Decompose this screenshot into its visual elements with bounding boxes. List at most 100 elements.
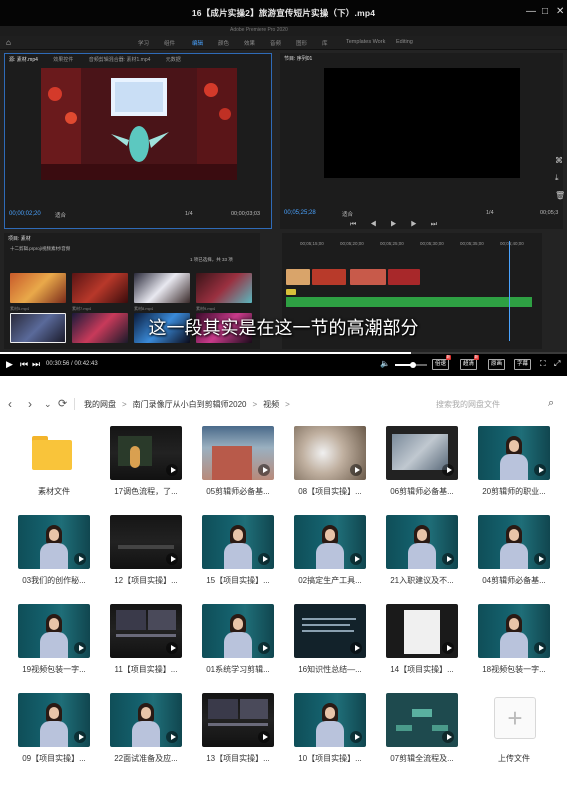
face-shape bbox=[325, 707, 335, 719]
search-input[interactable]: 搜索我的网盘文件 bbox=[436, 399, 500, 410]
play-icon bbox=[166, 553, 178, 565]
file-name: 20剪辑师的职业... bbox=[482, 487, 546, 496]
video-thumbnail bbox=[18, 515, 90, 569]
diagram-node bbox=[432, 725, 448, 731]
player-title-bar: 16【成片实操2】旅游宣传短片实操（下）.mp4 — □ ✕ bbox=[0, 0, 567, 26]
upload-icon[interactable]: + bbox=[494, 697, 536, 739]
forward-icon[interactable]: › bbox=[28, 396, 32, 412]
play-icon bbox=[442, 642, 454, 654]
progress-bar[interactable] bbox=[0, 352, 567, 354]
video-thumbnail bbox=[478, 515, 550, 569]
video-clip bbox=[286, 269, 310, 285]
play-icon bbox=[258, 464, 270, 476]
volume-icon[interactable]: 🔈 bbox=[380, 359, 390, 368]
clip-label: 素材7.mp4 bbox=[72, 306, 92, 311]
source-tabs: 源: 素材.mp4 效果控件 音频剪辑混合器: 素材1.mp4 元数据 bbox=[9, 56, 195, 63]
ui-track bbox=[116, 634, 176, 637]
player-control-bar: ▶ ⏮ ⏭ 00:30:56 / 00:42:43 🔈 倍速新 超清新 原画 字… bbox=[0, 352, 567, 376]
refresh-icon[interactable]: ⟳ bbox=[58, 396, 67, 412]
subtitle-button[interactable]: 字幕 bbox=[514, 359, 532, 370]
ruler-tick: 00;05;40;00 bbox=[500, 241, 524, 246]
video-thumbnail bbox=[202, 604, 274, 658]
breadcrumb-item[interactable]: 我的网盘 bbox=[84, 400, 116, 409]
play-icon bbox=[74, 553, 86, 565]
play-icon[interactable]: ▶ bbox=[6, 359, 13, 370]
text-line bbox=[302, 624, 350, 626]
ruler-tick: 00;05;25;00 bbox=[380, 241, 404, 246]
workspace-tab: 学习 bbox=[138, 41, 150, 47]
presenter-figure bbox=[316, 703, 344, 747]
presenter-figure bbox=[40, 703, 68, 747]
search-icon[interactable]: ⌕ bbox=[548, 397, 554, 410]
text-line bbox=[302, 618, 356, 620]
video-thumbnail bbox=[110, 604, 182, 658]
minimize-icon[interactable]: — bbox=[526, 6, 536, 18]
face-shape bbox=[49, 707, 59, 719]
pip-icon[interactable]: ⛶ bbox=[540, 359, 546, 369]
back-icon[interactable]: ‹ bbox=[8, 396, 12, 412]
premiere-workspace-bar: ⌂ 学习 组件 编辑 颜色 效果 音频 图形 库 Templates Work … bbox=[0, 36, 567, 50]
file-name: 16知识性总结—... bbox=[298, 665, 362, 674]
download-icon: ⤓ bbox=[555, 173, 559, 182]
presenter-figure bbox=[132, 703, 160, 747]
program-video-frame bbox=[324, 68, 520, 178]
close-icon[interactable]: ✕ bbox=[556, 6, 564, 18]
video-thumbnail bbox=[294, 426, 366, 480]
breadcrumb-item[interactable]: 视频 bbox=[263, 400, 279, 409]
ruler-tick: 00;05;35;00 bbox=[460, 241, 484, 246]
video-thumbnail bbox=[478, 604, 550, 658]
workspace-tab: 图形 bbox=[296, 41, 308, 47]
original-button[interactable]: 原画 bbox=[488, 359, 506, 370]
play-icon bbox=[350, 731, 362, 743]
file-name: 12【项目实操】... bbox=[114, 576, 178, 585]
premiere-screen-recording: Adobe Premiere Pro 2020 ⌂ 学习 组件 编辑 颜色 效果… bbox=[0, 26, 567, 352]
video-thumbnail bbox=[386, 426, 458, 480]
shirt-shape bbox=[224, 632, 252, 658]
clip-label: 素材8.mp4 bbox=[134, 306, 154, 311]
source-scale: 1/4 bbox=[185, 211, 193, 217]
next-icon[interactable]: ⏭ bbox=[32, 359, 40, 370]
video-thumbnail bbox=[18, 604, 90, 658]
workspace-tab: 颜色 bbox=[218, 41, 230, 47]
face-shape bbox=[233, 618, 243, 630]
trash-icon: 🗑 bbox=[555, 191, 566, 200]
clip-label: 素材9.mp4 bbox=[196, 306, 216, 311]
volume-slider[interactable] bbox=[395, 362, 427, 368]
play-icon bbox=[166, 642, 178, 654]
file-name: 13【项目实操】... bbox=[206, 754, 270, 763]
video-thumbnail bbox=[110, 693, 182, 747]
video-player[interactable]: 16【成片实操2】旅游宣传短片实操（下）.mp4 — □ ✕ Adobe Pre… bbox=[0, 0, 567, 376]
premiere-app-title: Adobe Premiere Pro 2020 bbox=[230, 27, 288, 33]
shirt-shape bbox=[408, 543, 436, 569]
workspace-tab: 音频 bbox=[270, 41, 282, 47]
home-icon: ⌂ bbox=[6, 38, 11, 47]
face-shape bbox=[509, 440, 519, 452]
presenter-figure bbox=[500, 614, 528, 658]
dropdown-icon[interactable]: ⌄ bbox=[44, 396, 52, 412]
file-name: 15【项目实操】... bbox=[206, 576, 270, 585]
program-scale: 1/4 bbox=[486, 210, 494, 216]
breadcrumb-item[interactable]: 南门录像厅从小白到剪辑师2020 bbox=[133, 400, 247, 409]
ruler-tick: 00;05;15;00 bbox=[300, 241, 324, 246]
play-icon bbox=[442, 553, 454, 565]
panel-tab: 音频剪辑混合器: 素材1.mp4 bbox=[88, 57, 151, 63]
speed-button[interactable]: 倍速新 bbox=[432, 355, 452, 370]
project-path: 十二剪辑.prproj\视频素材\音频 bbox=[10, 246, 71, 251]
presenter-figure bbox=[40, 614, 68, 658]
video-thumbnail bbox=[294, 604, 366, 658]
building-shape bbox=[212, 446, 252, 480]
play-icon bbox=[350, 642, 362, 654]
quality-button[interactable]: 超清新 bbox=[460, 355, 480, 370]
source-monitor: 源: 素材.mp4 效果控件 音频剪辑混合器: 素材1.mp4 元数据 00;0… bbox=[4, 53, 272, 229]
video-thumbnail bbox=[110, 515, 182, 569]
speed-label: 倍速 bbox=[435, 361, 447, 367]
play-icon bbox=[534, 464, 546, 476]
prev-icon[interactable]: ⏮ bbox=[20, 359, 28, 370]
maximize-icon[interactable]: □ bbox=[542, 6, 548, 18]
video-thumbnail bbox=[202, 515, 274, 569]
workspace-tab: 组件 bbox=[164, 41, 176, 47]
clip-label: 素材5.mp4 bbox=[10, 306, 30, 311]
fullscreen-icon[interactable]: ⤢ bbox=[554, 359, 560, 369]
volume-knob[interactable] bbox=[409, 362, 416, 368]
video-thumbnail bbox=[386, 693, 458, 747]
